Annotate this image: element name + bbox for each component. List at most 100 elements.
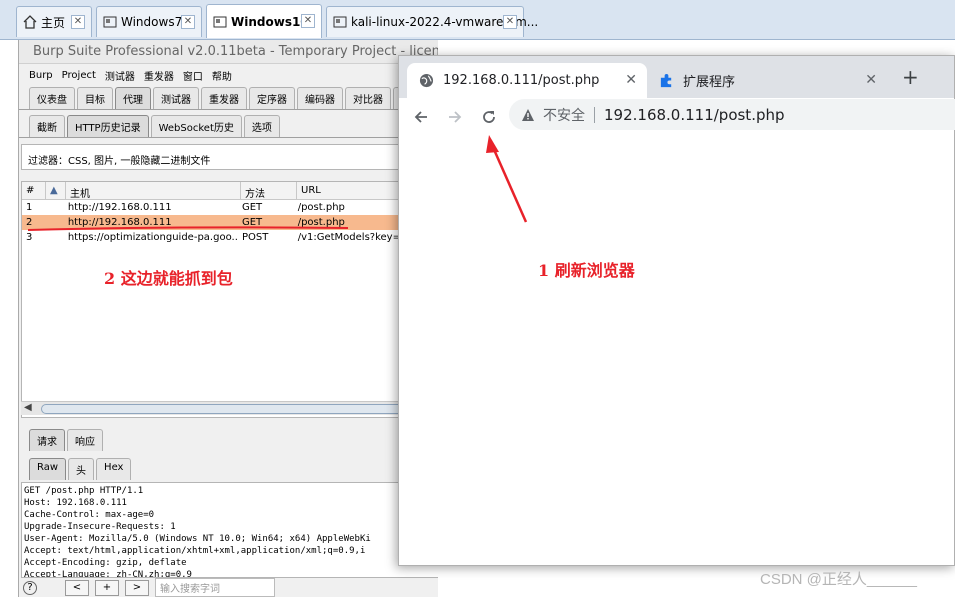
menu-help[interactable]: 帮助 bbox=[212, 68, 232, 83]
menu-repeater[interactable]: 重发器 bbox=[144, 68, 174, 83]
tab-http-history[interactable]: HTTP历史记录 bbox=[67, 115, 149, 137]
burp-window: Burp Suite Professional v2.0.11beta - Te… bbox=[18, 40, 438, 597]
tab-response[interactable]: 响应 bbox=[67, 429, 103, 451]
globe-icon bbox=[419, 73, 434, 88]
help-icon[interactable]: ? bbox=[23, 580, 37, 595]
chrome-tab-title: 192.168.0.111/post.php bbox=[443, 73, 600, 88]
warning-icon[interactable] bbox=[521, 108, 535, 122]
sort-asc-icon[interactable]: ▲ bbox=[46, 182, 66, 199]
next-button[interactable]: > bbox=[125, 579, 149, 596]
search-input[interactable]: 输入搜索字词 bbox=[155, 578, 275, 597]
add-button[interactable]: + bbox=[95, 579, 119, 596]
menu-intruder[interactable]: 测试器 bbox=[105, 68, 135, 83]
forward-arrow-icon[interactable] bbox=[445, 107, 465, 127]
request-line: Accept-Language: zh-CN,zh;q=0.9 bbox=[24, 570, 192, 578]
reload-icon[interactable] bbox=[479, 107, 499, 127]
tab-hex[interactable]: Hex bbox=[96, 458, 132, 480]
row-num: 2 bbox=[26, 217, 33, 228]
row-num: 3 bbox=[26, 232, 33, 243]
tab-dashboard[interactable]: 仪表盘 bbox=[29, 87, 75, 109]
request-line: Accept: text/html,application/xhtml+xml,… bbox=[24, 546, 366, 556]
row-host: http://192.168.0.111 bbox=[67, 202, 172, 213]
row-method: GET bbox=[241, 217, 263, 228]
tab-intercept[interactable]: 截断 bbox=[29, 115, 65, 137]
close-icon[interactable]: ✕ bbox=[625, 72, 637, 88]
burp-title-bar: Burp Suite Professional v2.0.11beta - Te… bbox=[19, 40, 438, 64]
scroll-left-icon[interactable]: ◀ bbox=[24, 402, 32, 413]
home-icon bbox=[23, 15, 37, 29]
request-response-tabs: 请求 响应 bbox=[29, 429, 103, 451]
request-line: User-Agent: Mozilla/5.0 (Windows NT 10.0… bbox=[24, 534, 371, 544]
vm-tab-kali[interactable]: kali-linux-2022.4-vmware-am... ✕ bbox=[326, 6, 538, 37]
vm-icon bbox=[213, 15, 227, 29]
url-text[interactable]: 192.168.0.111/post.php bbox=[604, 106, 785, 124]
tab-intruder[interactable]: 测试器 bbox=[153, 87, 199, 109]
request-line: Accept-Encoding: gzip, deflate bbox=[24, 558, 187, 568]
vm-tab-windows10[interactable]: Windows10 ✕ bbox=[206, 4, 322, 38]
security-label[interactable]: 不安全 bbox=[543, 105, 585, 125]
menu-window[interactable]: 窗口 bbox=[183, 68, 203, 83]
omnibox-divider bbox=[594, 106, 595, 123]
address-bar[interactable]: 不安全 192.168.0.111/post.php bbox=[509, 99, 955, 130]
filter-bar[interactable]: 过滤器：CSS, 图片, 一般隐藏二进制文件 bbox=[21, 144, 436, 170]
burp-menu-bar: Burp Project 测试器 重发器 窗口 帮助 bbox=[19, 64, 438, 86]
row-method: POST bbox=[241, 232, 269, 243]
horizontal-scrollbar[interactable]: ◀ bbox=[21, 401, 438, 415]
vm-tab-strip: 主页 ✕ Windows7 ✕ Windows10 ✕ kali-linux-2… bbox=[0, 0, 955, 40]
table-row[interactable]: 1 http://192.168.0.111 GET /post.php bbox=[22, 200, 438, 215]
back-arrow-icon[interactable] bbox=[411, 107, 431, 127]
close-icon[interactable]: ✕ bbox=[71, 15, 85, 29]
close-icon[interactable]: ✕ bbox=[301, 14, 315, 28]
request-line: GET /post.php HTTP/1.1 bbox=[24, 486, 144, 496]
scrollbar-thumb[interactable] bbox=[41, 404, 438, 414]
annotation-capture: 2 这边就能抓到包 bbox=[104, 269, 233, 288]
search-bar: ? < + > 输入搜索字词 bbox=[19, 578, 438, 597]
new-tab-button[interactable]: + bbox=[902, 65, 919, 89]
tab-proxy[interactable]: 代理 bbox=[115, 87, 151, 109]
chrome-tab-extensions[interactable]: 扩展程序 ✕ bbox=[647, 63, 887, 98]
tab-headers[interactable]: 头 bbox=[68, 458, 95, 480]
burp-title: Burp Suite Professional v2.0.11beta - Te… bbox=[33, 44, 438, 59]
prev-button[interactable]: < bbox=[65, 579, 89, 596]
table-row[interactable]: 3 https://optimizationguide-pa.goo... PO… bbox=[22, 230, 438, 245]
tab-repeater[interactable]: 重发器 bbox=[201, 87, 247, 109]
puzzle-icon bbox=[659, 73, 674, 88]
col-header-method[interactable]: 方法 bbox=[241, 182, 297, 200]
request-line: Cache-Control: max-age=0 bbox=[24, 510, 155, 520]
chrome-window: 192.168.0.111/post.php ✕ 扩展程序 ✕ + 不安全 19… bbox=[398, 55, 955, 566]
chrome-tab-bar: 192.168.0.111/post.php ✕ 扩展程序 ✕ + bbox=[399, 56, 954, 98]
tab-websocket-history[interactable]: WebSocket历史 bbox=[150, 115, 242, 137]
request-raw-editor[interactable]: GET /post.php HTTP/1.1 Host: 192.168.0.11… bbox=[21, 482, 438, 578]
vm-tab-home[interactable]: 主页 ✕ bbox=[16, 6, 92, 37]
tab-sequencer[interactable]: 定序器 bbox=[249, 87, 295, 109]
col-header-num[interactable]: # bbox=[22, 182, 46, 199]
tab-request[interactable]: 请求 bbox=[29, 429, 65, 451]
tab-target[interactable]: 目标 bbox=[77, 87, 113, 109]
vm-tab-windows7[interactable]: Windows7 ✕ bbox=[96, 6, 202, 37]
chrome-tab-post-php[interactable]: 192.168.0.111/post.php ✕ bbox=[407, 63, 647, 98]
close-icon[interactable]: ✕ bbox=[181, 15, 195, 29]
csdn-watermark: CSDN @正经人______ bbox=[760, 571, 917, 588]
menu-project[interactable]: Project bbox=[62, 70, 96, 81]
tab-comparer[interactable]: 对比器 bbox=[345, 87, 391, 109]
col-header-host[interactable]: 主机 bbox=[66, 182, 241, 200]
chrome-tab-title: 扩展程序 bbox=[683, 75, 736, 90]
burp-main-tabs: 仪表盘 目标 代理 测试器 重发器 定序器 编码器 对比器 扩 bbox=[19, 86, 438, 110]
tab-decoder[interactable]: 编码器 bbox=[297, 87, 343, 109]
vm-icon bbox=[333, 15, 347, 29]
request-line: Upgrade-Insecure-Requests: 1 bbox=[24, 522, 176, 532]
vm-tab-label: Windows7 bbox=[121, 15, 183, 29]
tab-raw[interactable]: Raw bbox=[29, 458, 67, 480]
annotation-refresh: 1 刷新浏览器 bbox=[538, 261, 635, 280]
http-history-table: # ▲ 主机 方法 URL 1 http://192.168.0.111 GET… bbox=[21, 181, 438, 418]
close-icon[interactable]: ✕ bbox=[503, 15, 517, 29]
close-icon[interactable]: ✕ bbox=[865, 72, 877, 88]
vm-icon bbox=[103, 15, 117, 29]
menu-burp[interactable]: Burp bbox=[29, 70, 53, 81]
tab-options[interactable]: 选项 bbox=[243, 115, 280, 137]
table-header: # ▲ 主机 方法 URL bbox=[22, 182, 438, 200]
row-method: GET bbox=[241, 202, 263, 213]
table-row-selected[interactable]: 2 http://192.168.0.111 GET /post.php bbox=[22, 215, 438, 230]
vm-tab-label: 主页 bbox=[41, 15, 66, 30]
proxy-sub-tabs: 截断 HTTP历史记录 WebSocket历史 选项 bbox=[19, 114, 438, 138]
